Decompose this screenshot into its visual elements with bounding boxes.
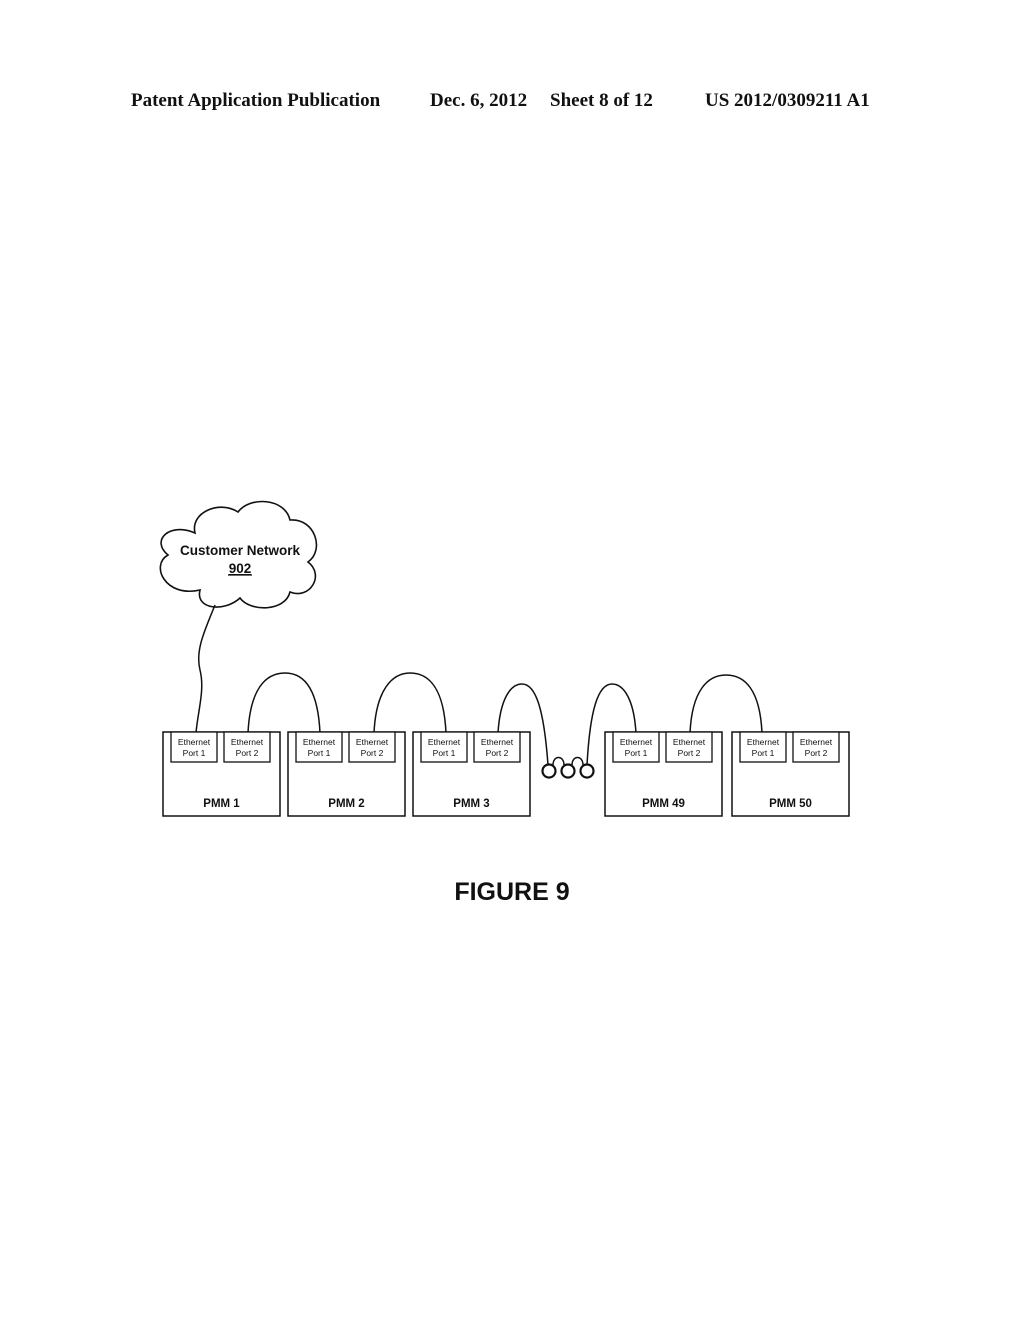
pmm-module: EthernetPort 1EthernetPort 2PMM 1 — [162, 731, 281, 817]
port-label-line1: Ethernet — [428, 737, 461, 747]
pmm-module-name: PMM 2 — [328, 798, 364, 810]
link-pmm49-pmm50 — [689, 674, 763, 734]
pmm-module: EthernetPort 1EthernetPort 2PMM 3 — [412, 731, 531, 817]
port-label-line1: Ethernet — [356, 737, 389, 747]
cloud-label: Customer Network — [180, 543, 301, 558]
pmm-module: EthernetPort 1EthernetPort 2PMM 50 — [731, 731, 850, 817]
port-label-line2: Port 1 — [308, 748, 331, 758]
port-label-line2: Port 2 — [236, 748, 259, 758]
port-label-line2: Port 1 — [433, 748, 456, 758]
port-label-line2: Port 2 — [486, 748, 509, 758]
port-label-line2: Port 1 — [183, 748, 206, 758]
port-label-line2: Port 1 — [752, 748, 775, 758]
port-label-line1: Ethernet — [673, 737, 706, 747]
port-label-line2: Port 2 — [805, 748, 828, 758]
continuation-loops-icon — [541, 756, 595, 779]
network-diagram: Customer Network 902 EthernetPort 1Ether… — [159, 500, 850, 817]
figure-title: FIGURE 9 — [454, 878, 570, 906]
port-label-line1: Ethernet — [747, 737, 780, 747]
pmm-module-name: PMM 3 — [453, 798, 489, 810]
pmm-module: EthernetPort 1EthernetPort 2PMM 49 — [604, 731, 723, 817]
port-label-line1: Ethernet — [620, 737, 653, 747]
customer-network-cloud: Customer Network 902 — [159, 500, 318, 609]
pmm-module: EthernetPort 1EthernetPort 2PMM 2 — [287, 731, 406, 817]
link-pmm1-pmm2 — [247, 672, 321, 734]
port-label-line1: Ethernet — [231, 737, 264, 747]
port-label-line1: Ethernet — [303, 737, 336, 747]
cloud-reference-number: 902 — [229, 561, 252, 576]
link-cloud-to-pmm1 — [195, 604, 216, 734]
port-label-line2: Port 2 — [361, 748, 384, 758]
port-label-line2: Port 2 — [678, 748, 701, 758]
pmm-module-name: PMM 1 — [203, 798, 240, 810]
pmm-module-name: PMM 50 — [769, 798, 812, 810]
port-label-line1: Ethernet — [178, 737, 211, 747]
port-label-line1: Ethernet — [800, 737, 833, 747]
pmm-module-name: PMM 49 — [642, 798, 685, 810]
port-label-line1: Ethernet — [481, 737, 514, 747]
port-label-line2: Port 1 — [625, 748, 648, 758]
link-pmm2-pmm3 — [373, 672, 447, 734]
